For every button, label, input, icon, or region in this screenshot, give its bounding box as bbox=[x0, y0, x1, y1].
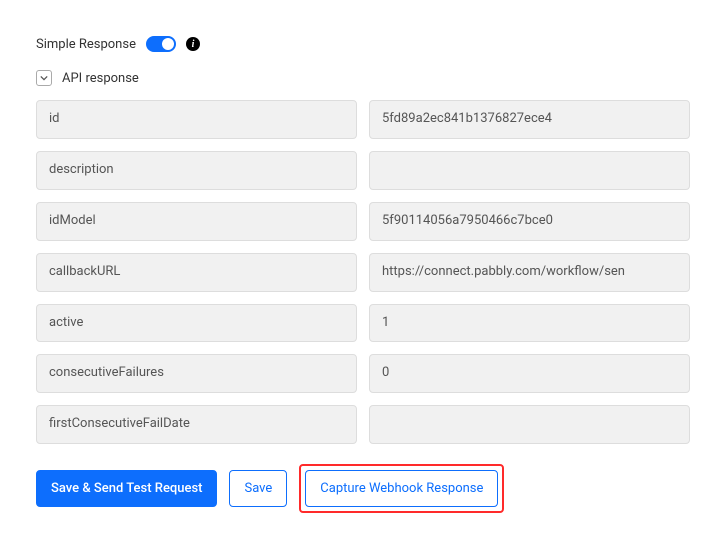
field-value-callbackurl[interactable]: https://connect.pabbly.com/workflow/sen bbox=[369, 253, 690, 292]
field-value-active[interactable]: 1 bbox=[369, 304, 690, 343]
fields-list: 5fd89a2ec841b1376827ece4 5f90114056a7950… bbox=[36, 100, 690, 444]
simple-response-label: Simple Response bbox=[36, 37, 136, 52]
field-key-description[interactable] bbox=[36, 151, 357, 190]
action-bar: Save & Send Test Request Save Capture We… bbox=[36, 464, 690, 533]
field-row: 5fd89a2ec841b1376827ece4 bbox=[36, 100, 690, 139]
save-button[interactable]: Save bbox=[229, 470, 287, 507]
field-row: https://connect.pabbly.com/workflow/sen bbox=[36, 253, 690, 292]
field-key-id[interactable] bbox=[36, 100, 357, 139]
field-row: 5f90114056a7950466c7bce0 bbox=[36, 202, 690, 241]
api-response-header: API response bbox=[36, 70, 690, 86]
field-value-id[interactable]: 5fd89a2ec841b1376827ece4 bbox=[369, 100, 690, 139]
field-row bbox=[36, 151, 690, 190]
capture-highlight: Capture Webhook Response bbox=[299, 464, 504, 513]
collapse-toggle[interactable] bbox=[36, 70, 52, 86]
field-key-consecutivefailures[interactable] bbox=[36, 354, 357, 393]
field-key-active[interactable] bbox=[36, 304, 357, 343]
field-key-callbackurl[interactable] bbox=[36, 253, 357, 292]
field-row: 1 bbox=[36, 304, 690, 343]
simple-response-toggle[interactable] bbox=[146, 36, 176, 52]
section-title: API response bbox=[62, 71, 139, 86]
field-value-consecutivefailures[interactable]: 0 bbox=[369, 354, 690, 393]
save-send-test-request-button[interactable]: Save & Send Test Request bbox=[36, 470, 217, 507]
field-key-firstconsecutivefaildate[interactable] bbox=[36, 405, 357, 444]
simple-response-row: Simple Response i bbox=[36, 36, 690, 52]
field-key-idmodel[interactable] bbox=[36, 202, 357, 241]
info-icon[interactable]: i bbox=[186, 37, 200, 51]
capture-webhook-response-button[interactable]: Capture Webhook Response bbox=[305, 470, 498, 507]
field-value-firstconsecutivefaildate[interactable] bbox=[369, 405, 690, 444]
field-row: 0 bbox=[36, 354, 690, 393]
field-row bbox=[36, 405, 690, 444]
chevron-down-icon bbox=[40, 74, 48, 82]
field-value-description[interactable] bbox=[369, 151, 690, 190]
field-value-idmodel[interactable]: 5f90114056a7950466c7bce0 bbox=[369, 202, 690, 241]
